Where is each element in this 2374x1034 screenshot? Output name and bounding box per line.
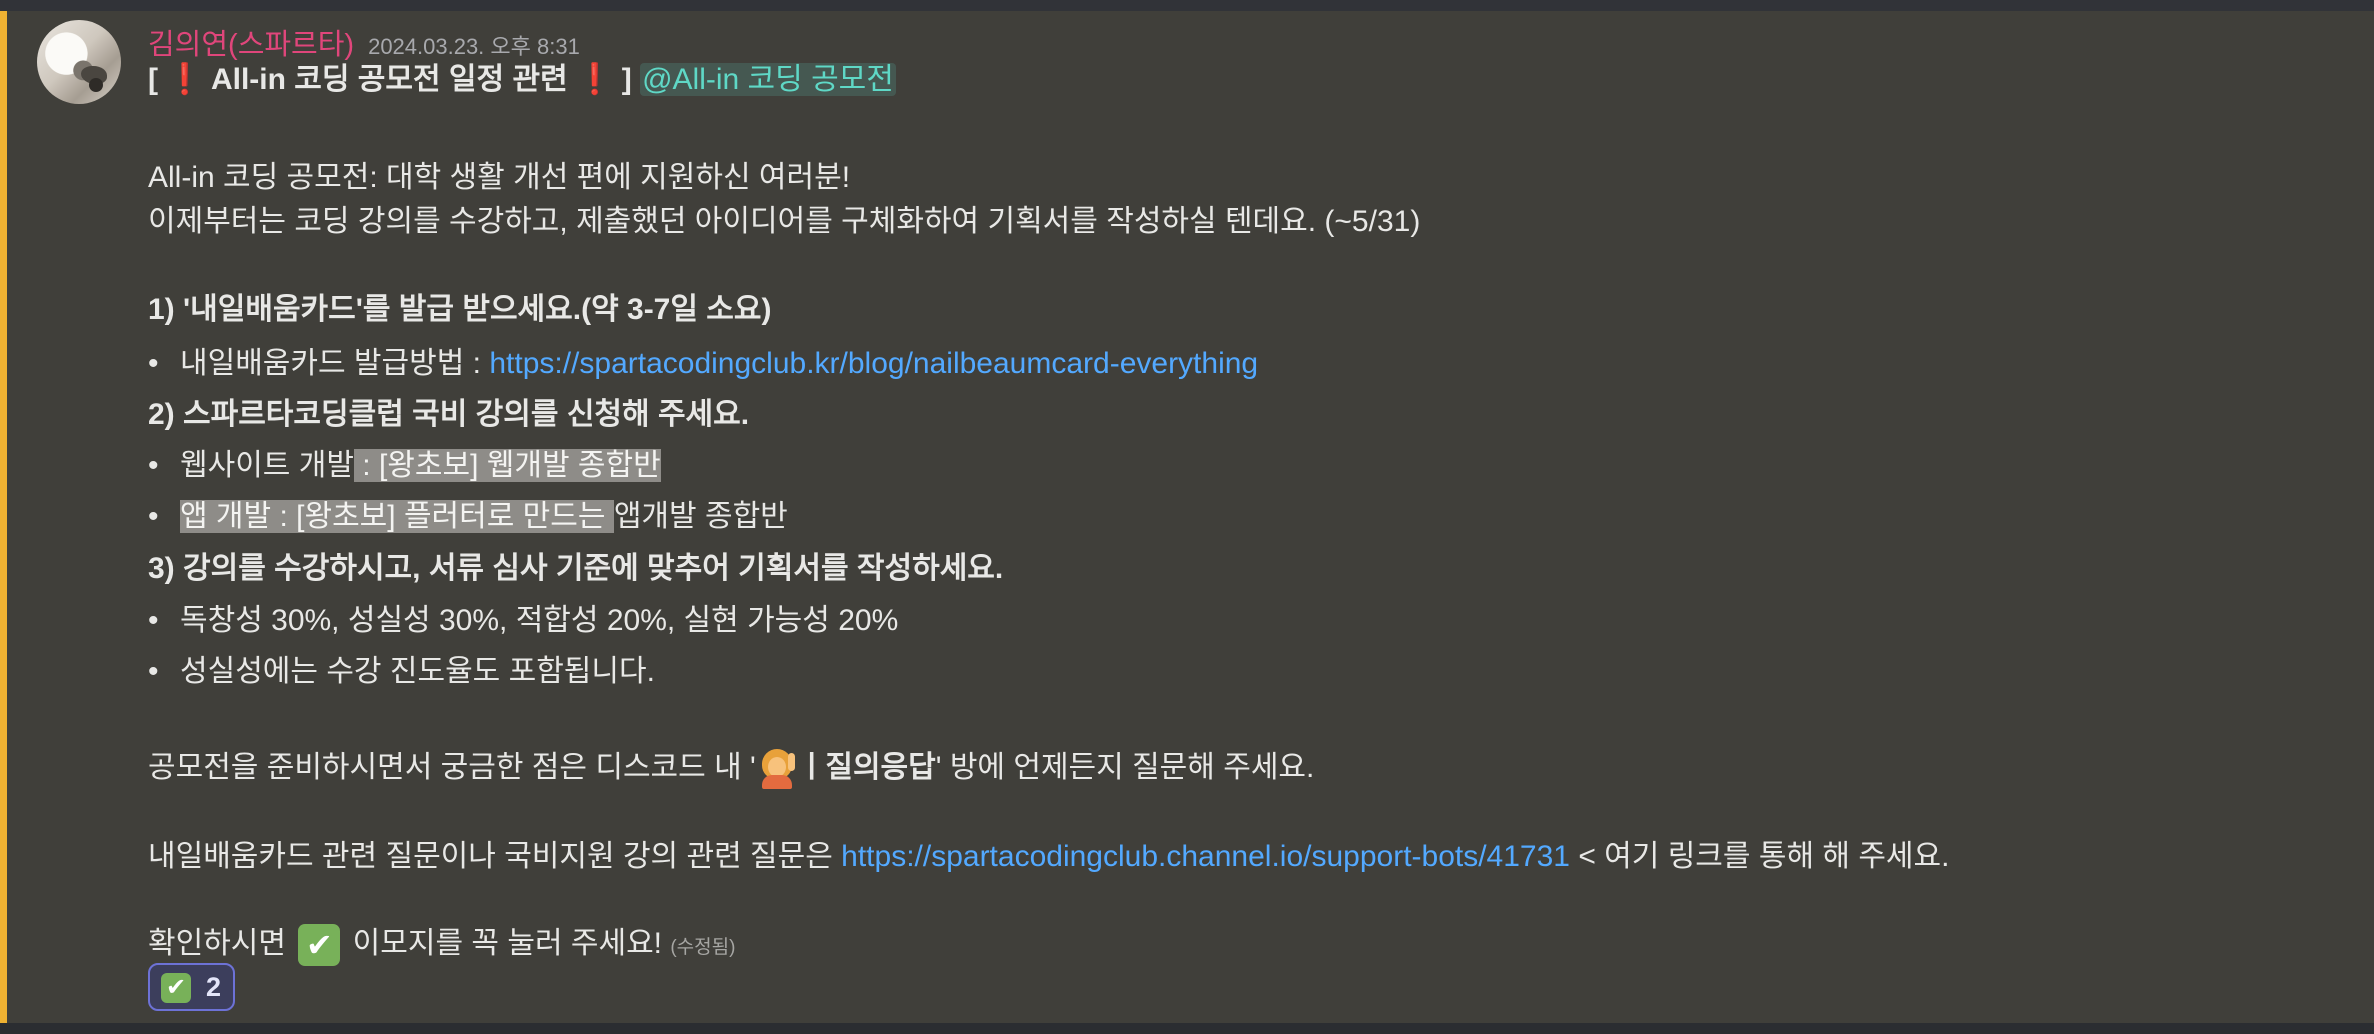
bottom-bar	[0, 1023, 2374, 1034]
qa-line-before: 공모전을 준비하시면서 궁금한 점은 디스코드 내 '	[148, 751, 756, 784]
edited-label: (수정됨)	[670, 937, 736, 958]
message-timestamp[interactable]: 2024.03.23. 오후 8:31	[368, 34, 580, 59]
step2-bullet2-rest: 앱개발 종합반	[613, 500, 788, 533]
bullet-marker: •	[148, 500, 159, 533]
reaction-button[interactable]: ✔ 2	[148, 963, 235, 1011]
step2-heading: 2) 스파르타코딩클럽 국비 강의를 신청해 주세요.	[148, 398, 750, 431]
support-bot-link[interactable]: https://spartacodingclub.channel.io/supp…	[841, 840, 1570, 873]
step2-bullet2-highlight: 앱 개발 : [왕초보] 플러터로 만드는	[180, 500, 614, 533]
qa-channel-line: 공모전을 준비하시면서 궁금한 점은 디스코드 내 ' ㅣ질의응답' 방에 언제든…	[148, 748, 1315, 790]
step3-bullet1-text: 독창성 30%, 성실성 30%, 적합성 20%, 실현 가능성 20%	[180, 604, 899, 637]
exclamation-icon: ❗	[576, 63, 614, 96]
check-mark-icon: ✔	[161, 973, 191, 1003]
qa-channel-name[interactable]: ㅣ질의응답	[798, 751, 936, 784]
support-line: 내일배움카드 관련 질문이나 국비지원 강의 관련 질문은 https://sp…	[148, 837, 1949, 877]
step3-bullet-2: • 성실성에는 수강 진도율도 포함됩니다.	[148, 652, 655, 692]
step2-bullet-2: • 앱 개발 : [왕초보] 플러터로 만드는 앱개발 종합반	[148, 497, 788, 537]
title-bracket-open: [	[148, 63, 158, 96]
check-mark-icon: ✔	[298, 924, 341, 967]
role-mention[interactable]: @All-in 코딩 공모전	[640, 63, 896, 96]
bullet-marker: •	[148, 604, 159, 637]
step2-bullet1-highlight: : [왕초보] 웹개발 종합반	[353, 449, 661, 482]
author-name[interactable]: 김의연(스파르타)	[148, 29, 354, 61]
intro-line-1: All-in 코딩 공모전: 대학 생활 개선 편에 지원하신 여러분!	[148, 161, 851, 194]
nailbaeum-card-link[interactable]: https://spartacodingclub.kr/blog/nailbea…	[489, 347, 1258, 380]
exclamation-icon: ❗	[166, 63, 204, 96]
avatar-cat-head	[89, 78, 103, 92]
support-line-before: 내일배움카드 관련 질문이나 국비지원 강의 관련 질문은	[148, 840, 842, 873]
raising-hand-person-icon	[758, 749, 796, 790]
confirm-line: 확인하시면 ✔ 이모지를 꼭 눌러 주세요! (수정됨)	[148, 924, 735, 968]
step1-heading: 1) '내일배움카드'를 발급 받으세요.(약 3-7일 소요)	[148, 293, 772, 326]
intro-line-2: 이제부터는 코딩 강의를 수강하고, 제출했던 아이디어를 구체화하여 기획서를…	[148, 205, 1421, 238]
step1-bullet-label: 내일배움카드 발급방법 :	[180, 347, 490, 380]
qa-line-after: ' 방에 언제든지 질문해 주세요.	[935, 751, 1315, 784]
reaction-count: 2	[206, 972, 222, 1002]
announcement-title: [ ❗ All-in 코딩 공모전 일정 관련 ❗ ] @All-in 코딩 공…	[148, 60, 896, 100]
confirm-line-before: 확인하시면	[148, 927, 295, 960]
bullet-marker: •	[148, 347, 159, 380]
step3-bullet2-text: 성실성에는 수강 진도율도 포함됩니다.	[180, 655, 655, 688]
top-bar	[0, 0, 2374, 11]
confirm-line-after: 이모지를 꼭 눌러 주세요!	[344, 927, 671, 960]
title-bracket-close: ]	[621, 63, 632, 96]
support-line-after: < 여기 링크를 통해 해 주세요.	[1569, 840, 1950, 873]
step2-bullet1-label: 웹사이트 개발	[180, 449, 354, 482]
message-header: 김의연(스파르타) 2024.03.23. 오후 8:31	[148, 21, 580, 61]
title-text: All-in 코딩 공모전 일정 관련	[210, 63, 568, 96]
step3-bullet-1: • 독창성 30%, 성실성 30%, 적합성 20%, 실현 가능성 20%	[148, 601, 898, 641]
author-avatar[interactable]	[37, 20, 121, 104]
step2-bullet-1: • 웹사이트 개발 : [왕초보] 웹개발 종합반	[148, 446, 661, 486]
bullet-marker: •	[148, 449, 159, 482]
message-item: 김의연(스파르타) 2024.03.23. 오후 8:31 [ ❗ All-in …	[0, 11, 2374, 1023]
step1-bullet: • 내일배움카드 발급방법 : https://spartacodingclub.…	[148, 344, 1258, 384]
bullet-marker: •	[148, 655, 159, 688]
step3-heading: 3) 강의를 수강하시고, 서류 심사 기준에 맞추어 기획서를 작성하세요.	[148, 552, 1004, 585]
